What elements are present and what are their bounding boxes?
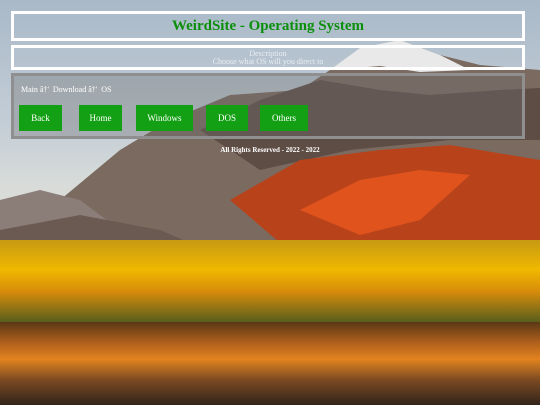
footer-copyright: All Rights Reserved - 2022 - 2022	[220, 146, 320, 154]
home-button[interactable]: Home	[79, 105, 122, 131]
navigation-panel: Main â†' Download â†' OS Back Home Windo…	[11, 73, 525, 139]
breadcrumb-item-main[interactable]: Main â†'	[21, 85, 49, 94]
header-panel: WeirdSite - Operating System	[11, 11, 525, 41]
dos-button[interactable]: DOS	[206, 105, 248, 131]
nav-buttons: Back Home Windows DOS Others	[19, 105, 308, 131]
breadcrumb: Main â†' Download â†' OS	[21, 85, 111, 94]
others-button[interactable]: Others	[260, 105, 308, 131]
page-title: WeirdSite - Operating System	[171, 17, 365, 34]
back-button[interactable]: Back	[19, 105, 62, 131]
breadcrumb-item-os: OS	[101, 85, 112, 94]
description-text: Choose what OS will you direct to	[212, 56, 324, 66]
breadcrumb-item-download[interactable]: Download â†'	[53, 85, 97, 94]
windows-button[interactable]: Windows	[136, 105, 193, 131]
description-panel: Description Choose what OS will you dire…	[11, 45, 525, 70]
